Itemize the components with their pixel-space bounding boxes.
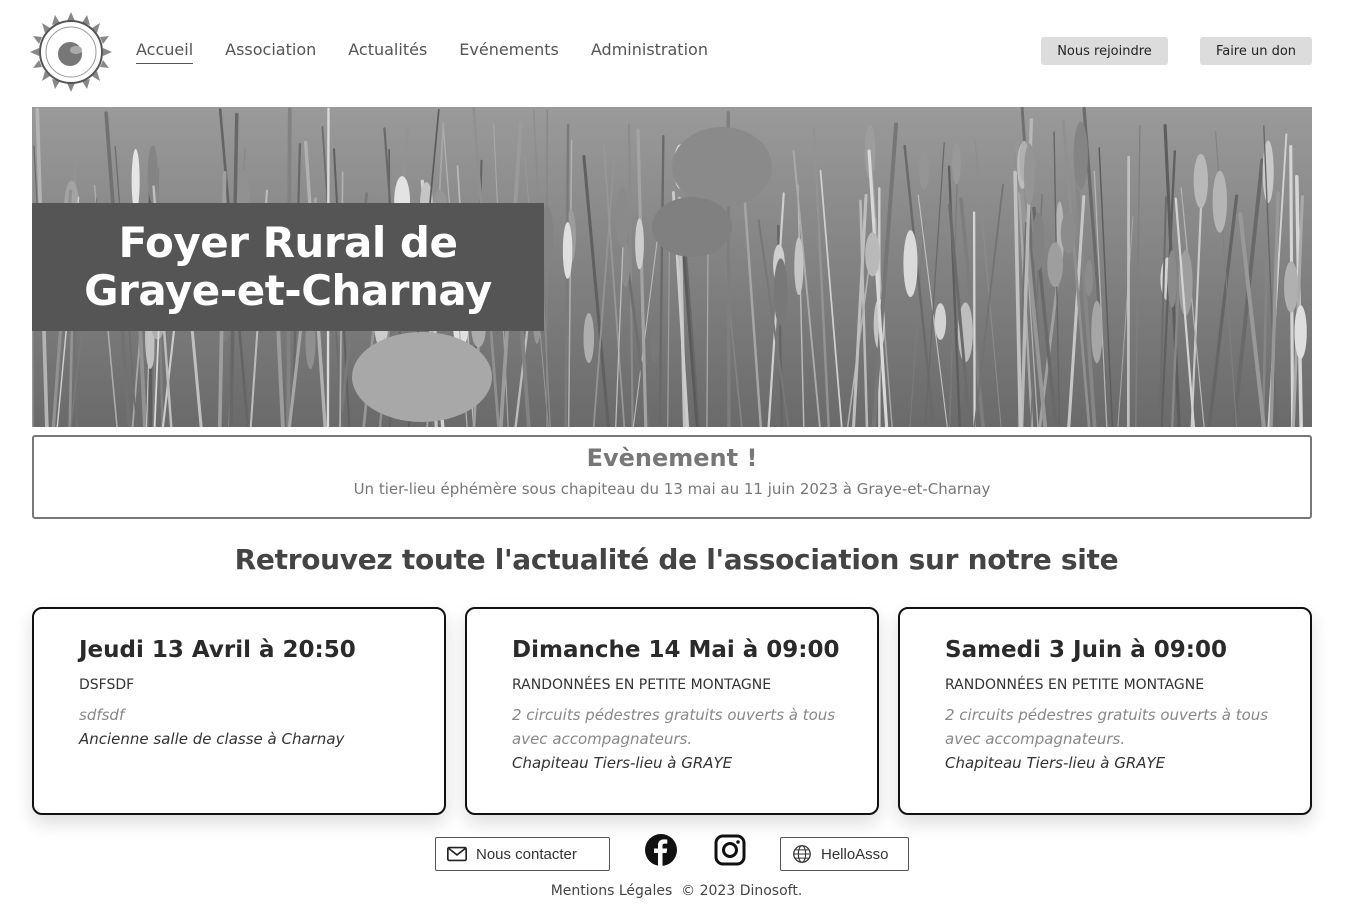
footer-legal: Mentions Légales © 2023 Dinosoft. xyxy=(0,883,1353,899)
event-card-name: RANDONNÉES EN PETITE MONTAGNE xyxy=(945,677,1205,693)
mail-icon xyxy=(447,846,467,862)
globe-icon xyxy=(793,845,811,863)
donate-button[interactable]: Faire un don xyxy=(1200,37,1312,65)
hero-title-line-2: Graye-et-Charnay xyxy=(84,266,492,315)
hero-title-line-1: Foyer Rural de xyxy=(118,218,458,267)
event-card-date: Dimanche 14 Mai à 09:00 xyxy=(512,637,840,663)
event-card-name: DSFSDF xyxy=(79,677,135,693)
event-card-name: RANDONNÉES EN PETITE MONTAGNE xyxy=(512,677,772,693)
event-card-description: 2 circuits pédestres gratuits ouverts à … xyxy=(945,706,1269,748)
event-card-location: Chapiteau Tiers-lieu à GRAYE xyxy=(945,754,1166,772)
main-nav: Accueil Association Actualités Evénement… xyxy=(136,40,708,64)
hero-title-box: Foyer Rural de Graye-et-Charnay xyxy=(32,203,544,331)
nav-item-actualites[interactable]: Actualités xyxy=(348,40,427,64)
event-banner-description: Un tier-lieu éphémère sous chapiteau du … xyxy=(353,480,991,498)
event-card-date: Jeudi 13 Avril à 20:50 xyxy=(79,637,356,663)
instagram-icon[interactable] xyxy=(714,834,746,866)
site-logo[interactable] xyxy=(30,12,112,92)
event-card-date: Samedi 3 Juin à 09:00 xyxy=(945,637,1227,663)
join-button[interactable]: Nous rejoindre xyxy=(1041,37,1168,65)
event-card-location: Ancienne salle de classe à Charnay xyxy=(79,730,345,748)
nav-item-accueil[interactable]: Accueil xyxy=(136,40,194,64)
event-banner-title: Evènement ! xyxy=(586,444,758,472)
nav-item-association[interactable]: Association xyxy=(225,40,316,64)
event-banner: Evènement ! Un tier-lieu éphémère sous c… xyxy=(32,435,1312,519)
contact-button[interactable]: Nous contacter xyxy=(435,837,610,871)
event-card-description: sdfsdf xyxy=(79,706,125,724)
event-card[interactable]: Jeudi 13 Avril à 20:50 DSFSDF sdfsdf Anc… xyxy=(32,607,446,815)
nav-item-administration[interactable]: Administration xyxy=(591,40,708,64)
contact-button-label: Nous contacter xyxy=(476,845,577,863)
helloasso-button-label: HelloAsso xyxy=(821,845,889,863)
helloasso-button[interactable]: HelloAsso xyxy=(780,837,909,871)
event-card-location: Chapiteau Tiers-lieu à GRAYE xyxy=(512,754,733,772)
legal-link[interactable]: Mentions Légales xyxy=(551,883,673,899)
facebook-icon[interactable] xyxy=(645,834,677,866)
section-title: Retrouvez toute l'actualité de l'associa… xyxy=(234,543,1119,576)
hero-title: Foyer Rural de Graye-et-Charnay xyxy=(84,219,492,315)
nav-item-evenements[interactable]: Evénements xyxy=(459,40,559,64)
event-card[interactable]: Dimanche 14 Mai à 09:00 RANDONNÉES EN PE… xyxy=(465,607,879,815)
event-card-description: 2 circuits pédestres gratuits ouverts à … xyxy=(512,706,836,748)
copyright-text: © 2023 Dinosoft. xyxy=(681,883,803,899)
event-card[interactable]: Samedi 3 Juin à 09:00 RANDONNÉES EN PETI… xyxy=(898,607,1312,815)
